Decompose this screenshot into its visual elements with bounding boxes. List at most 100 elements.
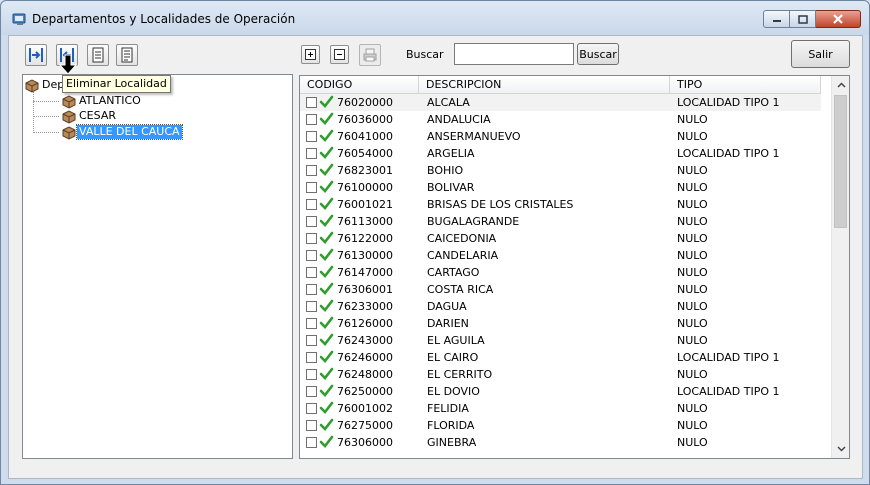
row-checkbox[interactable] (306, 233, 317, 244)
row-checkbox[interactable] (306, 318, 317, 329)
cell-tipo: NULO (677, 113, 708, 126)
cell-tipo: LOCALIDAD TIPO 1 (677, 351, 780, 364)
table-row[interactable]: 76041000 ANSERMANUEVO NULO (300, 128, 821, 145)
cell-descripcion: ANDALUCIA (427, 113, 491, 126)
add-locality-button[interactable] (25, 44, 47, 66)
table-row[interactable]: 76246000 EL CAIRO LOCALIDAD TIPO 1 (300, 349, 821, 366)
title-bar[interactable]: Departamentos y Localidades de Operación (1, 1, 869, 35)
table-row[interactable]: 76250000 EL DOVIO LOCALIDAD TIPO 1 (300, 383, 821, 400)
tooltip: Eliminar Localidad (62, 75, 171, 93)
cell-descripcion: EL DOVIO (427, 385, 480, 398)
row-checkbox[interactable] (306, 437, 317, 448)
window-controls (763, 10, 861, 28)
table-row[interactable]: 76248000 EL CERRITO NULO (300, 366, 821, 383)
tree-item-label: ATLANTICO (79, 94, 141, 107)
print-button[interactable] (359, 44, 381, 66)
cell-descripcion: EL AGUILA (427, 334, 485, 347)
table-row[interactable]: 76233000 DAGUA NULO (300, 298, 821, 315)
row-checkbox[interactable] (306, 369, 317, 380)
cell-codigo: 76113000 (337, 215, 393, 228)
table-row[interactable]: 76130000 CANDELARIA NULO (300, 247, 821, 264)
search-button[interactable]: Buscar (577, 43, 619, 65)
table-row[interactable]: 76126000 DARIEN NULO (300, 315, 821, 332)
cell-descripcion: CAICEDONIA (427, 232, 497, 245)
maximize-button[interactable] (790, 10, 816, 28)
row-checkbox[interactable] (306, 216, 317, 227)
table-row[interactable]: 76275000 FLORIDA NULO (300, 417, 821, 434)
row-checkbox[interactable] (306, 284, 317, 295)
cell-descripcion: DARIEN (427, 317, 469, 330)
table-row[interactable]: 76306000 GINEBRA NULO (300, 434, 821, 451)
tree-root[interactable]: Dep (24, 77, 66, 93)
cell-descripcion: CANDELARIA (427, 249, 499, 262)
table-row[interactable]: 76001002 FELIDIA NULO (300, 400, 821, 417)
row-checkbox[interactable] (306, 182, 317, 193)
column-header-descripcion[interactable]: DESCRIPCION (419, 76, 670, 94)
table-row[interactable]: 76122000 CAICEDONIA NULO (300, 230, 821, 247)
table-row[interactable]: 76823001 BOHIO NULO (300, 162, 821, 179)
row-checkbox[interactable] (306, 148, 317, 159)
app-icon (12, 13, 26, 25)
table-row[interactable]: 76100000 BOLIVAR NULO (300, 179, 821, 196)
table-row[interactable]: 76036000 ANDALUCIA NULO (300, 111, 821, 128)
table-row[interactable]: 76020000 ALCALA LOCALIDAD TIPO 1 (300, 94, 821, 111)
column-header-tipo[interactable]: TIPO (670, 76, 821, 94)
cell-descripcion: FELIDIA (427, 402, 469, 415)
minimize-button[interactable] (763, 10, 790, 28)
document-list-button[interactable] (116, 44, 138, 66)
scroll-thumb[interactable] (834, 95, 847, 228)
table-row[interactable]: 76147000 CARTAGO NULO (300, 264, 821, 281)
collapse-button[interactable] (330, 45, 349, 64)
cell-codigo: 76001021 (337, 198, 393, 211)
row-checkbox[interactable] (306, 420, 317, 431)
localities-grid[interactable]: CODIGO DESCRIPCION TIPO 76020000 ALCALA LO… (299, 75, 850, 459)
cell-codigo: 76036000 (337, 113, 393, 126)
cell-descripcion: BRISAS DE LOS CRISTALES (427, 198, 574, 211)
document-button[interactable] (87, 44, 109, 66)
table-row[interactable]: 76113000 BUGALAGRANDE NULO (300, 213, 821, 230)
cell-codigo: 76306001 (337, 283, 393, 296)
table-row[interactable]: 76306001 COSTA RICA NULO (300, 281, 821, 298)
box-icon (62, 126, 76, 140)
cell-tipo: LOCALIDAD TIPO 1 (677, 147, 780, 160)
cell-codigo: 76100000 (337, 181, 393, 194)
row-checkbox[interactable] (306, 352, 317, 363)
row-checkbox[interactable] (306, 250, 317, 261)
search-input[interactable] (454, 43, 574, 65)
minus-box-icon (334, 49, 345, 60)
plus-box-icon (305, 49, 316, 60)
cell-codigo: 76054000 (337, 147, 393, 160)
department-tree[interactable]: Dep ATLANTICO CESAR VALLE DEL CAUCA (22, 74, 293, 459)
cell-codigo: 76122000 (337, 232, 393, 245)
scroll-down-button[interactable] (832, 440, 849, 457)
exit-button[interactable]: Salir (791, 40, 850, 68)
checkmark-icon (319, 180, 334, 193)
table-row[interactable]: 76001021 BRISAS DE LOS CRISTALES NULO (300, 196, 821, 213)
row-checkbox[interactable] (306, 165, 317, 176)
expand-button[interactable] (301, 45, 320, 64)
row-checkbox[interactable] (306, 199, 317, 210)
row-checkbox[interactable] (306, 335, 317, 346)
column-header-codigo[interactable]: CODIGO (300, 76, 419, 94)
row-checkbox[interactable] (306, 403, 317, 414)
row-checkbox[interactable] (306, 97, 317, 108)
cell-tipo: NULO (677, 283, 708, 296)
row-checkbox[interactable] (306, 301, 317, 312)
chevron-up-icon (836, 81, 846, 88)
table-row[interactable]: 76243000 EL AGUILA NULO (300, 332, 821, 349)
row-checkbox[interactable] (306, 114, 317, 125)
scroll-up-button[interactable] (832, 76, 849, 93)
checkmark-icon (319, 146, 334, 159)
cell-codigo: 76250000 (337, 385, 393, 398)
tree-item-cesar[interactable]: CESAR (61, 108, 118, 124)
table-row[interactable]: 76054000 ARGELIA LOCALIDAD TIPO 1 (300, 145, 821, 162)
vertical-scrollbar[interactable] (831, 76, 849, 458)
close-button[interactable] (816, 10, 861, 28)
row-checkbox[interactable] (306, 386, 317, 397)
row-checkbox[interactable] (306, 131, 317, 142)
checkmark-icon (319, 265, 334, 278)
row-checkbox[interactable] (306, 267, 317, 278)
tree-item-atlantico[interactable]: ATLANTICO (61, 93, 143, 109)
tree-item-valle-del-cauca[interactable]: VALLE DEL CAUCA (61, 124, 183, 140)
checkmark-icon (319, 163, 334, 176)
